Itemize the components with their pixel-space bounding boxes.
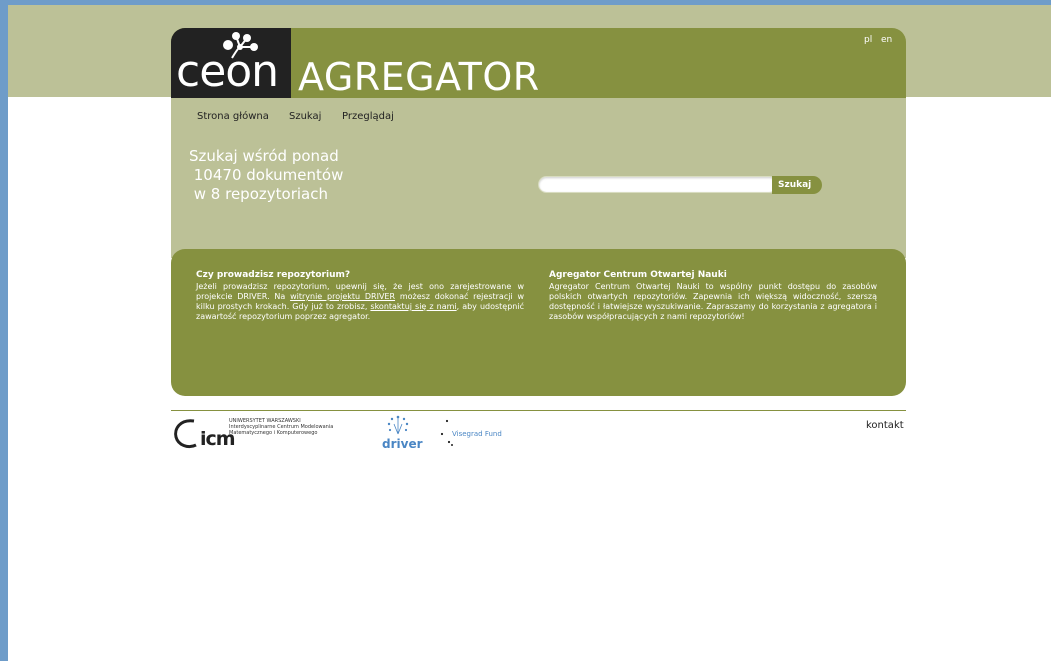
agregator-title: AGREGATOR (298, 55, 540, 99)
repository-info-column: Czy prowadzisz repozytorium? Jeżeli prow… (196, 270, 524, 322)
lang-pl-link[interactable]: pl (864, 35, 872, 45)
search-button[interactable]: Szukaj (772, 176, 822, 194)
lang-en-link[interactable]: en (881, 35, 892, 45)
search-input[interactable] (538, 176, 778, 193)
icm-logo-icon[interactable] (172, 417, 200, 451)
contact-link[interactable]: kontakt (866, 420, 904, 431)
nav-search[interactable]: Szukaj (289, 111, 321, 122)
repository-info-title: Czy prowadzisz repozytorium? (196, 270, 351, 280)
aggregator-info-text: Agregator Centrum Otwartej Nauki to wspó… (549, 282, 877, 321)
ceon-logo-text: ceon (176, 46, 279, 97)
contact-us-link[interactable]: skontaktuj się z nami (370, 302, 456, 311)
driver-logo-text: driver (382, 437, 423, 451)
aggregator-info-column: Agregator Centrum Otwartej Nauki Agregat… (549, 270, 877, 322)
nav-home[interactable]: Strona główna (197, 111, 269, 122)
icm-logo-subtitle: UNIWERSYTET WARSZAWSKI Interdyscyplinarn… (229, 418, 334, 436)
window-left-frame (0, 0, 8, 661)
footer-divider (171, 410, 906, 411)
nav-browse[interactable]: Przeglądaj (342, 111, 394, 122)
visegrad-logo-text: Visegrad Fund (452, 430, 502, 438)
aggregator-info-title: Agregator Centrum Otwartej Nauki (549, 270, 727, 280)
driver-site-link[interactable]: witrynie projektu DRIVER (290, 292, 395, 301)
repository-info-text: Jeżeli prowadzisz repozytorium, upewnij … (196, 282, 524, 322)
driver-logo-icon[interactable] (385, 414, 411, 438)
search-headline: Szukaj wśród ponad 10470 dokumentów w 8 … (189, 147, 344, 203)
